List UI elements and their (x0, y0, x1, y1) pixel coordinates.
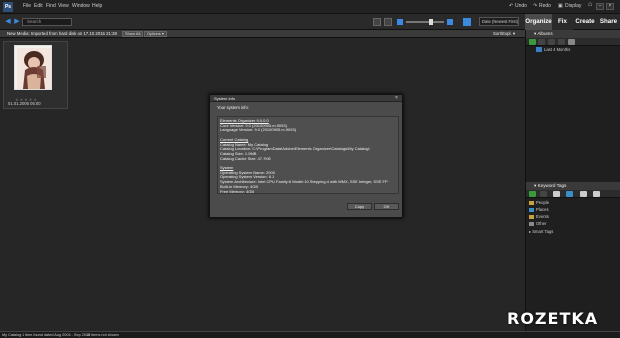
tag-other[interactable]: Other (529, 221, 546, 227)
album-option-icon[interactable] (538, 39, 545, 45)
large-thumb-icon[interactable] (447, 19, 453, 25)
albums-toolbar (526, 38, 620, 46)
albums-header[interactable]: ▾ Albums (526, 30, 620, 38)
people-tag-icon (529, 200, 534, 205)
keyword-tags-header[interactable]: ▾ Keyword Tags (526, 182, 620, 190)
import-message: New Media: Imported from hard disk on 17… (7, 31, 117, 36)
tag-settings-icon[interactable] (593, 191, 600, 197)
menu-view[interactable]: View (58, 3, 69, 10)
sort-expl-dropdown[interactable]: Sort/Expl. ▾ (493, 31, 515, 37)
status-bar: My Catalog 1 item found dated Aug 2004 -… (0, 331, 620, 338)
events-tag-icon (529, 214, 534, 219)
photo-thumbnail[interactable] (14, 45, 52, 90)
system-info-text[interactable]: Elements Organizer 9.0.0.0 Core Version: … (217, 116, 399, 194)
tab-create[interactable]: Create (573, 14, 597, 30)
zoom-knob[interactable] (429, 19, 433, 25)
album-item-label: Last 4 Months (544, 47, 571, 52)
zoom-track[interactable] (406, 21, 444, 23)
tag-people[interactable]: People (529, 200, 549, 206)
add-tag-icon[interactable] (529, 191, 536, 197)
smart-tags-label: Smart Tags (532, 229, 554, 234)
zoom-slider[interactable] (397, 19, 453, 25)
forward-arrow-icon[interactable]: ▶ (13, 18, 21, 26)
catalog-name[interactable]: My Catalog (2, 333, 21, 338)
album-icon (536, 47, 542, 53)
tag-import-icon[interactable] (566, 191, 573, 197)
menu-file[interactable]: File (23, 3, 31, 10)
tag-label: Other (536, 221, 547, 226)
places-tag-icon (529, 207, 534, 212)
info-line: Language Version: 9.0 (20100905.m.9093) (220, 127, 297, 133)
menu-edit[interactable]: Edit (34, 3, 43, 10)
info-line: Catalog Cache Size: 47.7KB (220, 155, 271, 161)
app-logo: Ps (3, 2, 13, 12)
media-status-row: New Media: Imported from hard disk on 17… (0, 30, 525, 38)
delete-album-icon[interactable] (558, 39, 565, 45)
thumbnail-date: 01.01.2006 05:00 (8, 101, 41, 106)
undo-icon[interactable]: ↶ (509, 3, 513, 10)
tag-export-icon[interactable] (580, 191, 587, 197)
organize-panel: ▾ Albums (525, 30, 620, 331)
items-hidden: 10 items not shown (86, 333, 119, 337)
window-controls: – × (594, 3, 614, 10)
home-icon[interactable]: ⌂ (588, 1, 592, 8)
menu-help[interactable]: Help (92, 3, 102, 10)
tab-fix[interactable]: Fix (552, 14, 573, 30)
single-photo-view-icon[interactable] (463, 18, 471, 26)
tag-option-icon[interactable] (540, 191, 547, 197)
redo-button[interactable]: Redo (539, 3, 551, 10)
dialog-prompt: Your system info: (217, 105, 249, 110)
menu-bar: Ps File Edit Find View Window Help ↶ Und… (0, 0, 620, 14)
tab-organize[interactable]: Organize (525, 14, 552, 30)
smart-tags[interactable]: ▸ Smart Tags (529, 229, 553, 235)
tag-events[interactable]: Events (529, 214, 549, 220)
watermark: ROZETKA (507, 309, 599, 328)
show-all-button[interactable]: Show All (122, 31, 144, 37)
edit-album-icon[interactable] (548, 39, 555, 45)
album-item[interactable]: Last 4 Months (536, 47, 571, 53)
sort-order-select[interactable]: Date (Newest First) (479, 17, 519, 26)
dialog-title: System Info (210, 95, 402, 102)
rotate-right-icon[interactable] (384, 18, 392, 26)
back-arrow-icon[interactable]: ◀ (4, 18, 12, 26)
tab-share[interactable]: Share (597, 14, 620, 30)
close-window-icon[interactable]: × (606, 3, 614, 10)
menu-window[interactable]: Window (72, 3, 90, 10)
items-found: 1 item found dated Aug 2004 - Sep 2016 (22, 333, 91, 337)
copy-button[interactable]: Copy (347, 203, 372, 210)
album-more-icon[interactable] (568, 39, 575, 45)
display-button[interactable]: Display (565, 3, 581, 10)
display-icon[interactable]: ▣ (558, 3, 563, 10)
search-input[interactable]: Search (22, 18, 72, 26)
tag-places[interactable]: Places (529, 207, 549, 213)
albums-title: Albums (537, 31, 553, 36)
tag-image-icon[interactable] (553, 191, 560, 197)
small-thumb-icon[interactable] (397, 19, 403, 25)
rotate-left-icon[interactable] (373, 18, 381, 26)
keyword-tags-title: Keyword Tags (537, 183, 567, 188)
undo-button[interactable]: Undo (515, 3, 527, 10)
redo-icon[interactable]: ↷ (533, 3, 537, 10)
tag-label: People (536, 200, 550, 205)
menu-find[interactable]: Find (46, 3, 56, 10)
photo-image (17, 48, 51, 89)
minimize-icon[interactable]: – (596, 3, 604, 10)
options-button[interactable]: Options ▾ (144, 31, 167, 37)
add-album-icon[interactable] (529, 39, 536, 45)
system-info-dialog: System Info × Your system info: Elements… (209, 94, 403, 218)
ok-button[interactable]: OK (374, 203, 399, 210)
info-line: Free Memory: 4GB (220, 188, 255, 194)
tag-label: Events (536, 214, 549, 219)
tag-label: Places (536, 207, 549, 212)
close-icon[interactable]: × (395, 96, 398, 101)
other-tag-icon (529, 221, 534, 226)
tags-toolbar (526, 190, 620, 198)
